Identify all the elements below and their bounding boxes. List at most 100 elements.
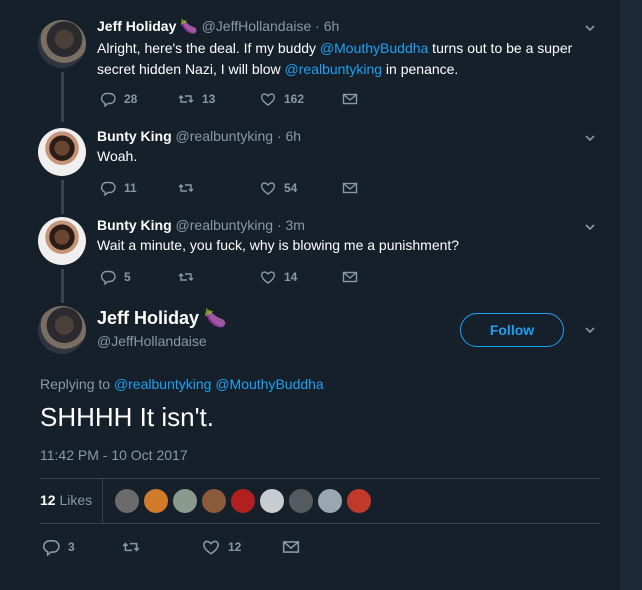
message-icon [282, 541, 300, 553]
tweet-timestamp[interactable]: 11:42 PM - 10 Oct 2017 [40, 447, 188, 463]
chevron-down-icon[interactable] [584, 22, 596, 34]
mention-link[interactable]: @MouthyBuddha [320, 40, 428, 56]
author-handle[interactable]: @realbuntyking [176, 217, 274, 233]
author-name[interactable]: Jeff Holiday [97, 18, 176, 34]
author-handle[interactable]: @realbuntyking [176, 128, 274, 144]
likes-row: 12 Likes [40, 478, 600, 523]
message-icon [342, 271, 358, 283]
liker-avatar[interactable] [201, 488, 227, 514]
mention-link[interactable]: @realbuntyking [114, 376, 212, 392]
replying-prefix: Replying to [40, 376, 111, 392]
likes-number: 12 [40, 492, 56, 508]
retweet-button[interactable] [178, 180, 202, 196]
retweet-icon [122, 542, 140, 552]
tweet-detail-panel: Jeff Holiday 🍆 @JeffHollandaise · 6h Alr… [0, 0, 620, 590]
author-handle[interactable]: @JeffHollandaise [202, 18, 312, 34]
like-button[interactable]: 162 [260, 91, 304, 107]
reply-icon [100, 270, 116, 285]
liker-avatar[interactable] [288, 488, 314, 514]
retweet-count: 13 [202, 92, 216, 106]
chevron-down-icon[interactable] [584, 132, 596, 144]
chevron-down-icon[interactable] [584, 221, 596, 233]
reply-icon [100, 181, 116, 196]
text-segment: Alright, here's the deal. If my buddy [97, 40, 320, 56]
like-icon [260, 93, 276, 106]
likes-label: Likes [59, 492, 93, 508]
replying-to: Replying to @realbuntyking @MouthyBuddha [40, 376, 324, 392]
liker-avatar[interactable] [114, 488, 140, 514]
tweet-text: Woah. [97, 148, 138, 164]
like-count: 162 [284, 92, 305, 106]
background-strip [620, 0, 642, 590]
reply-button[interactable]: 11 [100, 180, 137, 196]
tweet-text: Alright, here's the deal. If my buddy @M… [97, 38, 597, 80]
liker-avatars [114, 488, 372, 514]
main-tweet-text: SHHHH It isn't. [40, 402, 214, 432]
retweet-button[interactable] [178, 269, 202, 285]
reply-count: 28 [124, 92, 138, 106]
like-button[interactable]: 12 [202, 538, 241, 556]
follow-button[interactable]: Follow [460, 313, 564, 347]
thread-line [61, 269, 64, 303]
avatar[interactable] [38, 128, 86, 176]
main-author-handle[interactable]: @JeffHollandaise [97, 333, 207, 349]
tweet-time[interactable]: · 6h [277, 128, 301, 144]
message-button[interactable] [342, 91, 358, 107]
retweet-icon [178, 95, 194, 103]
liker-avatar[interactable] [346, 488, 372, 514]
divider [40, 523, 600, 524]
like-button[interactable]: 54 [260, 180, 297, 196]
author-name[interactable]: Jeff Holiday [97, 308, 199, 328]
retweet-icon [178, 184, 194, 192]
message-button[interactable] [342, 269, 358, 285]
like-button[interactable]: 14 [260, 269, 297, 285]
message-icon [342, 182, 358, 194]
reply-icon [100, 92, 116, 107]
reply-count: 5 [124, 270, 131, 284]
tweet-header: Jeff Holiday 🍆 @JeffHollandaise · 6h [97, 18, 339, 35]
liker-avatar[interactable] [230, 488, 256, 514]
tweet-text: Wait a minute, you fuck, why is blowing … [97, 237, 460, 253]
liker-avatar[interactable] [259, 488, 285, 514]
avatar[interactable] [38, 306, 86, 354]
liker-avatar[interactable] [143, 488, 169, 514]
like-count: 14 [284, 270, 298, 284]
like-count: 12 [228, 540, 242, 554]
reply-button[interactable]: 5 [100, 269, 131, 285]
like-icon [260, 271, 276, 284]
tweet-time[interactable]: · 3m [277, 217, 305, 233]
retweet-button[interactable]: 13 [178, 91, 215, 107]
message-icon [342, 93, 358, 105]
eggplant-emoji: 🍆 [180, 18, 198, 34]
liker-avatar[interactable] [317, 488, 343, 514]
author-name[interactable]: Bunty King [97, 217, 172, 233]
like-icon [260, 182, 276, 195]
message-button[interactable] [342, 180, 358, 196]
mention-link[interactable]: @realbuntyking [285, 61, 383, 77]
main-author-name[interactable]: Jeff Holiday 🍆 [97, 308, 226, 329]
reply-button[interactable]: 3 [42, 538, 75, 556]
avatar[interactable] [38, 217, 86, 265]
likes-summary[interactable]: 12 Likes [40, 492, 92, 508]
text-segment: in penance. [382, 61, 459, 77]
reply-button[interactable]: 28 [100, 91, 137, 107]
retweet-button[interactable] [122, 538, 148, 556]
reply-count: 3 [68, 540, 75, 554]
author-name[interactable]: Bunty King [97, 128, 172, 144]
like-count: 54 [284, 181, 298, 195]
liker-avatar[interactable] [172, 488, 198, 514]
reply-count: 11 [124, 181, 137, 195]
chevron-down-icon[interactable] [584, 324, 596, 336]
avatar[interactable] [38, 20, 86, 68]
divider [102, 478, 103, 523]
reply-icon [43, 540, 60, 556]
retweet-icon [178, 273, 194, 281]
eggplant-emoji: 🍆 [204, 308, 227, 328]
thread-line [61, 72, 64, 122]
tweet-header: Bunty King @realbuntyking · 6h [97, 128, 301, 144]
tweet-time[interactable]: · 6h [315, 18, 339, 34]
mention-link[interactable]: @MouthyBuddha [215, 376, 323, 392]
message-button[interactable] [282, 538, 300, 556]
tweet-header: Bunty King @realbuntyking · 3m [97, 217, 305, 233]
thread-line [61, 180, 64, 214]
